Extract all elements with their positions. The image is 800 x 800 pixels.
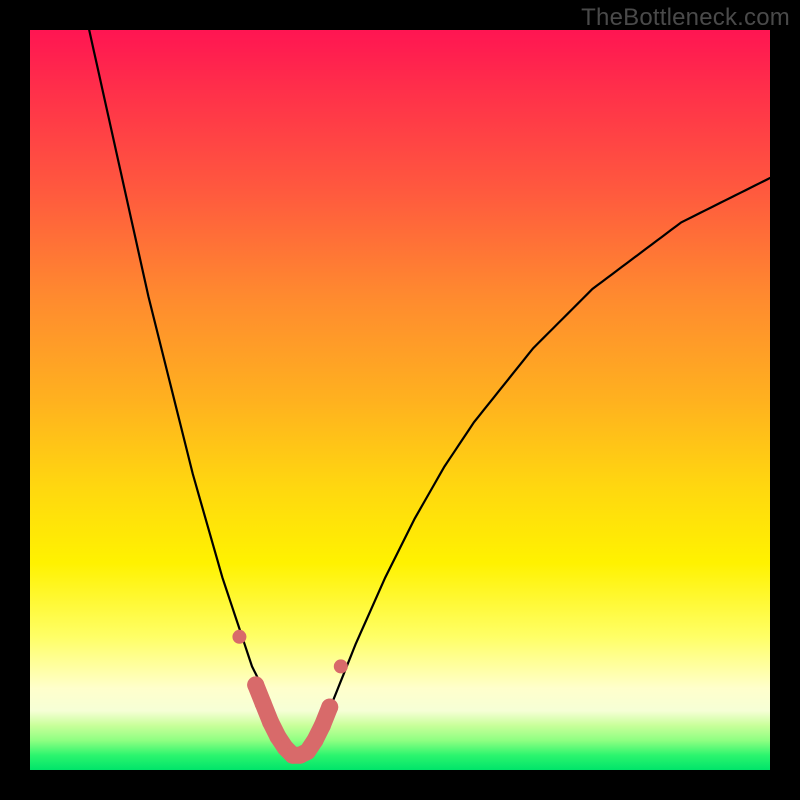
bottleneck-curve [89, 30, 770, 755]
marker-dot [255, 695, 272, 712]
curve-svg [30, 30, 770, 770]
marker-dot [314, 717, 331, 734]
marker-dot [306, 732, 323, 749]
marker-dot [232, 630, 246, 644]
chart-frame: TheBottleneck.com [0, 0, 800, 800]
marker-dot [247, 676, 264, 693]
marker-dots-group [232, 630, 347, 764]
marker-dot [334, 659, 348, 673]
plot-area [30, 30, 770, 770]
watermark-text: TheBottleneck.com [581, 4, 790, 32]
marker-dot [321, 699, 338, 716]
marker-dot [262, 713, 279, 730]
